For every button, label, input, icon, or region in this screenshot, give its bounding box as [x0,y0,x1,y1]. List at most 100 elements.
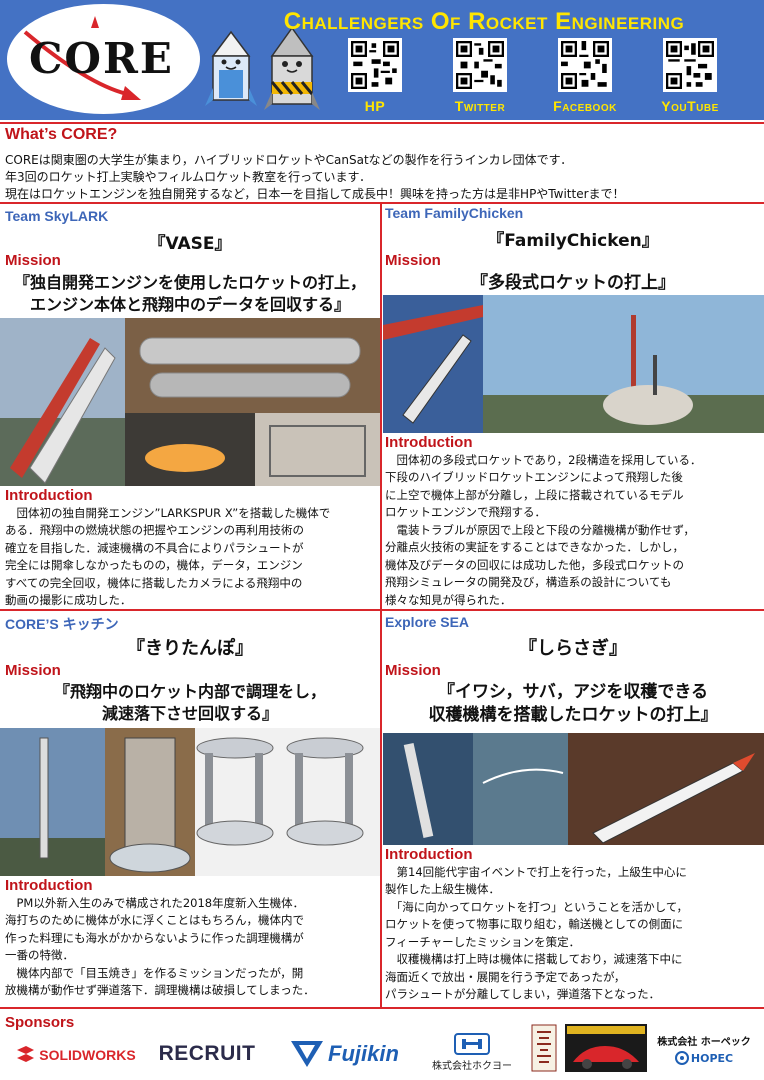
intro-line: ある．飛翔中の燃焼状態の把握やエンジンの再利用技術の [5,523,304,538]
whats-core-section: What’s CORE? COREは関東圏の大学生が集まり，ハイブリッドロケット… [0,122,764,202]
sponsor-hokuyo: 株式会社ホクヨー [422,1030,522,1074]
whats-core-line: COREは関東圏の大学生が集まり，ハイブリッドロケットやCanSatなどの製作を… [5,153,573,167]
sponsor-name: HOPEC [690,1051,734,1065]
mission-line: 『イワシ，サバ，アジを収穫できる [438,682,708,702]
mission-line: 『飛翔中のロケット内部で調理をし， [53,682,326,701]
sponsor-solidworks: SOLIDWORKS [10,1040,140,1070]
qr-twitter[interactable]: Twitter [432,38,528,114]
team-name: Explore SEA [385,614,470,630]
divider [380,202,382,1007]
intro-line: パラシュートが分離してしまい，弾道落下となった． [385,987,661,1002]
mission-line: 『多段式ロケットの打上』 [471,273,675,293]
intro-line: PM以外新入生のみで構成された2018年度新入生機体． [5,896,305,910]
introduction-text: 団体初の多段式ロケットであり，2段構造を採用している． 下段のハイブリッドロケッ… [385,452,763,609]
intro-line: 放機構が動作せず弾道落下．調理機構は破損してしまった． [5,983,315,998]
sponsor-name: RECRUIT [158,1042,256,1065]
intro-line: 収穫機構は打上時は機体に搭載しており，減速落下中に [385,952,683,967]
introduction-text: 第14回能代宇宙イベントで打上を行った，上級生中心に 製作した上級生機体． 「海… [385,864,763,1004]
project-name: 『FamilyChicken』 [487,231,659,251]
team-name: Team SkyLARK [5,208,109,224]
whats-core-line: 年3回のロケット打上実験やフィルムロケット教室を行っています． [5,170,372,184]
sponsor-name: SOLIDWORKS [39,1047,136,1063]
mission-label: Mission [5,252,61,269]
qr-label: Facebook [553,98,617,114]
intro-line: 下段のハイブリッドロケットエンジンによって飛翔した後 [385,470,683,485]
sponsor-fujikin: Fujikin [270,1036,418,1072]
introduction-label: Introduction [385,434,473,451]
introduction-label: Introduction [5,877,93,894]
rocket-launch-photo [383,295,764,433]
intro-line: すべての完全回収，機体に搭載したカメラによる飛翔中の [5,575,303,590]
sponsor-name: Fujikin [328,1041,399,1066]
intro-line: 団体初の多段式ロケットであり，2段構造を採用している． [385,453,702,467]
sponsors-title: Sponsors [5,1014,75,1031]
qr-code-icon [453,38,507,92]
qr-code-icon [558,38,612,92]
mission-line: 収穫機構を搭載したロケットの打上』 [428,704,718,725]
hopec-mark: HOPEC [674,1051,734,1065]
intro-line: 確立を目指した．減速機構の不具合によりパラシュートが [5,540,304,555]
header-title: Challengers Of Rocket Engineering [283,8,685,35]
intro-line: 機体及びデータの回収には成功した他，多段式ロケットの [385,557,684,572]
mascot-rocket-white-icon [205,30,257,106]
sponsor-recruit: RECRUIT [148,1036,266,1072]
intro-line: 電装トラブルが原因で上段と下段の分離機構が動作せず， [385,522,695,537]
intro-line: 一番の特徴． [5,948,74,963]
mission-line: 減速落下させ回収する』 [101,703,278,723]
qr-code-icon [348,38,402,92]
intro-line: 完全には開傘しなかったものの，機体，データ，エンジン [5,558,303,573]
intro-line: ロケットエンジンで飛翔する． [385,505,546,520]
qr-facebook[interactable]: Facebook [537,38,633,114]
qr-label: YouTube [661,98,719,114]
sponsor-car-photo [565,1024,647,1072]
intro-line: 作った料理にも海水がかからないように作った調理機構が [5,930,304,945]
mission-text: 『多段式ロケットの打上』 [382,272,764,295]
team-name: Team FamilyChicken [385,205,524,221]
whats-core-line: 現在はロケットエンジンを独自開発するなど，日本一を目指して成長中！興味を持った方… [5,187,625,201]
hokuyo-logo-icon [454,1032,490,1055]
mission-text: 『イワシ，サバ，アジを収穫できる 収穫機構を搭載したロケットの打上』 [382,681,764,727]
qr-youtube[interactable]: YouTube [642,38,738,114]
mascot-rocket-grey-icon [264,26,320,110]
intro-line: 海打ちのために機体が水に浮くことはもちろん，機体内で [5,913,304,928]
mission-text: 『飛翔中のロケット内部で調理をし， 減速落下させ回収する』 [0,681,380,724]
intro-line: 「海に向かってロケットを打つ」ということを活かして， [385,899,689,914]
mission-label: Mission [385,252,441,269]
intro-line: 海面近くで放出・展開を行う予定であったが， [385,969,626,984]
intro-line: 分離点火技術の実証をすることはできなかった．しかし， [385,540,684,555]
project-name: 『しらさぎ』 [519,638,627,659]
mission-line: エンジン本体と飛翔中のデータを回収する』 [29,294,350,314]
intro-line: に上空で機体上部が分離し，上段に搭載されているモデル [385,487,684,502]
intro-line: 第14回能代宇宙イベントで打上を行った，上級生中心に [385,865,687,879]
mission-label: Mission [385,662,441,679]
qr-hp[interactable]: HP [327,38,423,114]
intro-line: 動画の撮影に成功した． [5,593,132,608]
cooking-mechanism-photo [0,728,380,876]
introduction-label: Introduction [385,846,473,863]
qr-code-icon [663,38,717,92]
sponsor-seal [530,1024,558,1072]
intro-line: ロケットを使って物事に取り組む，輸送機としての側面に [385,917,684,932]
intro-line: 機体内部で「目玉焼き」を作るミッションだったが，開 [5,965,304,980]
sponsor-name: 株式会社ホクヨー [432,1060,512,1072]
familychicken-photo-collage [383,295,764,433]
mission-line: 『独自開発エンジンを使用したロケットの打上， [13,273,366,292]
sponsor-name: 株式会社 ホーペック [657,1037,751,1048]
skylark-photo-collage [0,318,380,486]
calligraphy-seal-icon [531,1024,557,1072]
introduction-text: PM以外新入生のみで構成された2018年度新入生機体． 海打ちのために機体が水に… [5,895,377,1000]
introduction-text: 団体初の独自開発エンジン”LARKSPUR X”を搭載した機体で ある．飛翔中の… [5,505,377,610]
intro-line: 製作した上級生機体． [385,882,500,897]
divider [0,1007,764,1009]
intro-line: 団体初の独自開発エンジン”LARKSPUR X”を搭載した機体で [5,506,331,520]
header-banner: CORE Challengers Of Rocket Engineering H… [0,0,764,120]
rocket-on-launcher-photo [0,318,380,486]
intro-line: フィーチャーしたミッションを策定． [385,934,581,949]
shirasagi-photo-collage [383,733,764,845]
qr-label: Twitter [454,98,506,114]
divider [0,202,764,204]
shirasagi-rocket-photo [383,733,764,845]
sponsor-hopec: 株式会社 ホーペック HOPEC [650,1026,758,1072]
logo-text: CORE [29,34,174,83]
kitchen-photo-collage [0,728,380,876]
